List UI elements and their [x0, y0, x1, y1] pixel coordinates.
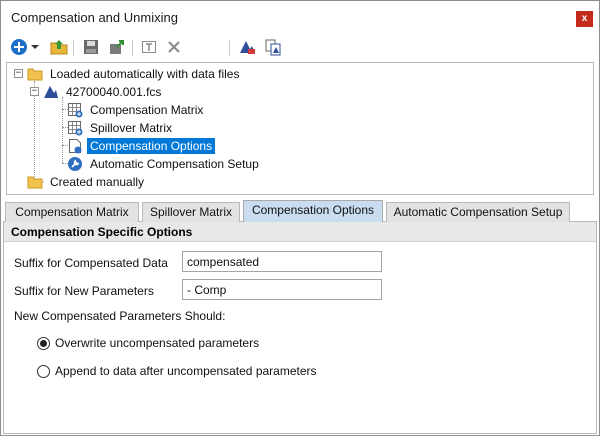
suffix-compensated-input[interactable] [182, 251, 382, 272]
tab-compensation-matrix[interactable]: Compensation Matrix [5, 202, 139, 222]
tree-node-label: Loaded automatically with data files [50, 67, 240, 81]
dropdown-arrow-icon [31, 45, 39, 49]
tab-compensation-options[interactable]: Compensation Options [243, 200, 383, 223]
folder-icon [27, 176, 43, 189]
suffix-new-params-label: Suffix for New Parameters [14, 284, 154, 298]
new-params-group-label: New Compensated Parameters Should: [14, 309, 226, 323]
compensation-tree: − Loaded automatically with data files −… [6, 62, 594, 195]
radio-append-row[interactable]: Append to data after uncompensated param… [37, 364, 317, 378]
export-icon [110, 40, 124, 54]
rename-button[interactable] [139, 37, 159, 57]
radio-overwrite[interactable] [37, 336, 50, 350]
tree-node-created-manually[interactable]: Created manually [27, 173, 147, 191]
matrix-icon [68, 121, 83, 136]
tab-bar: Compensation Matrix Spillover Matrix Com… [3, 200, 597, 223]
close-button[interactable]: x [576, 11, 593, 27]
rename-icon [142, 41, 156, 53]
tree-node-label: 42700040.001.fcs [66, 85, 162, 99]
import-button[interactable] [49, 37, 69, 57]
compensation-window: Compensation and Unmixing x − Loaded aut… [0, 0, 600, 436]
import-folder-icon [50, 40, 68, 55]
copy-button[interactable] [263, 37, 283, 57]
tab-automatic-compensation-setup[interactable]: Automatic Compensation Setup [386, 202, 570, 222]
apply-icon [240, 41, 255, 54]
save-icon [84, 40, 98, 54]
suffix-compensated-label: Suffix for Compensated Data [14, 256, 168, 270]
toolbar [1, 35, 599, 61]
compensation-options-panel: Compensation Specific Options Suffix for… [3, 222, 597, 434]
add-button[interactable] [9, 37, 29, 57]
toolbar-separator [73, 40, 74, 56]
radio-append[interactable] [37, 364, 50, 378]
panel-header: Compensation Specific Options [4, 222, 596, 242]
radio-overwrite-row[interactable]: Overwrite uncompensated parameters [37, 336, 259, 350]
tree-expander[interactable]: − [14, 69, 23, 78]
tree-node-label: Compensation Options [87, 138, 216, 154]
fcs-file-icon [44, 86, 58, 98]
matrix-icon [68, 103, 83, 118]
add-icon [11, 39, 27, 55]
tree-node-loaded-automatically[interactable]: Loaded automatically with data files [27, 65, 242, 83]
tree-connector [34, 81, 35, 181]
apply-button[interactable] [237, 37, 257, 57]
folder-icon [27, 68, 43, 81]
copy-icon [265, 39, 281, 56]
tree-connector [62, 97, 63, 163]
toolbar-separator [229, 40, 230, 56]
tree-node-fcs-file[interactable]: 42700040.001.fcs [43, 83, 164, 101]
export-button[interactable] [107, 37, 127, 57]
add-dropdown-button[interactable] [29, 37, 41, 57]
wrench-icon [68, 157, 82, 171]
tree-node-automatic-compensation-setup[interactable]: Automatic Compensation Setup [67, 155, 262, 173]
tree-node-label: Compensation Matrix [90, 103, 204, 117]
tree-node-compensation-options[interactable]: Compensation Options [67, 137, 216, 155]
tree-node-spillover-matrix[interactable]: Spillover Matrix [67, 119, 175, 137]
window-title: Compensation and Unmixing [11, 10, 178, 25]
tree-node-label: Automatic Compensation Setup [90, 157, 259, 171]
tab-spillover-matrix[interactable]: Spillover Matrix [142, 202, 240, 222]
delete-icon [168, 41, 180, 53]
radio-overwrite-label: Overwrite uncompensated parameters [55, 336, 260, 350]
toolbar-separator [132, 40, 133, 56]
radio-append-label: Append to data after uncompensated param… [55, 364, 317, 378]
options-document-icon [69, 139, 82, 154]
delete-button[interactable] [164, 37, 184, 57]
save-button[interactable] [81, 37, 101, 57]
tree-node-label: Created manually [50, 175, 145, 189]
title-bar: Compensation and Unmixing x [1, 1, 599, 35]
suffix-new-params-input[interactable] [182, 279, 382, 300]
tree-node-compensation-matrix[interactable]: Compensation Matrix [67, 101, 206, 119]
tree-expander[interactable]: − [30, 87, 39, 96]
tree-node-label: Spillover Matrix [90, 121, 173, 135]
